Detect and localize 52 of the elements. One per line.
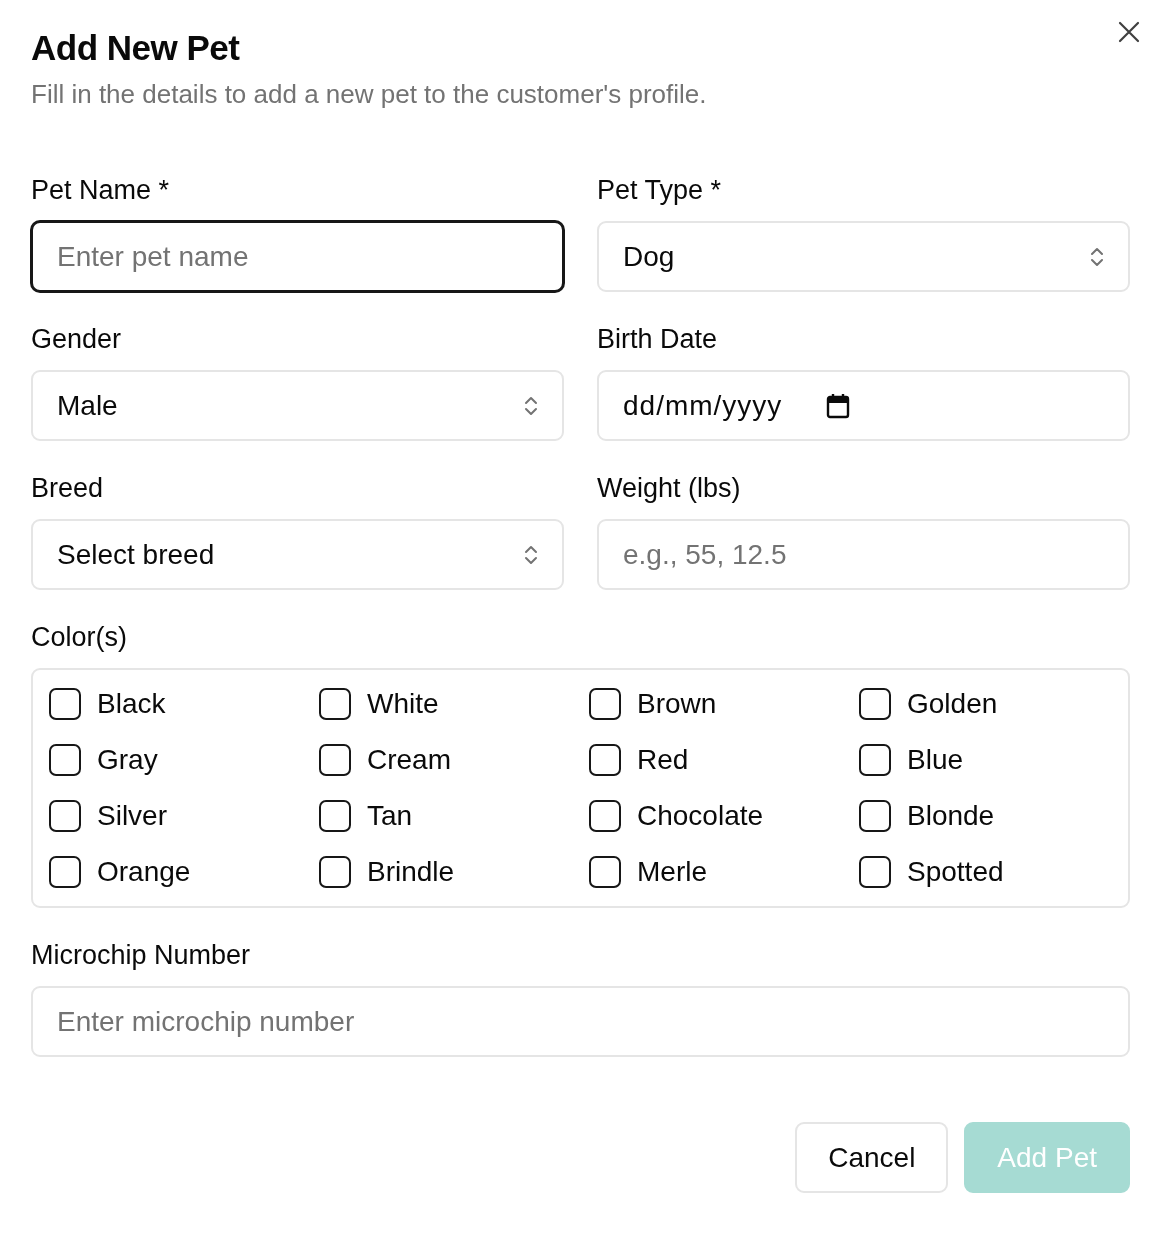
field-label: Pet Name *: [31, 174, 171, 206]
checkbox-option[interactable]: Cream: [319, 744, 589, 776]
field-label: Breed: [31, 472, 105, 504]
checkbox[interactable]: [49, 800, 81, 832]
cancel-button[interactable]: Cancel: [795, 1122, 949, 1193]
checkbox-option[interactable]: Silver: [49, 800, 319, 832]
checkbox[interactable]: [49, 688, 81, 720]
field-label: Weight (lbs): [597, 472, 742, 504]
checkbox-option[interactable]: Blonde: [859, 800, 1129, 832]
checkbox[interactable]: [859, 856, 891, 888]
checkbox[interactable]: [589, 856, 621, 888]
date-field[interactable]: dd/mm/yyyy: [597, 370, 1130, 441]
checkbox[interactable]: [319, 856, 351, 888]
checkbox[interactable]: [859, 800, 891, 832]
checkbox[interactable]: [859, 688, 891, 720]
checkbox[interactable]: [49, 856, 81, 888]
checkbox-option[interactable]: Orange: [49, 856, 319, 888]
input-field[interactable]: Enter pet name: [31, 221, 564, 292]
dialog-subtitle: Fill in the details to add a new pet to the customer's profile.: [31, 78, 708, 111]
checkbox-option[interactable]: Chocolate: [589, 800, 859, 832]
checkbox[interactable]: [49, 744, 81, 776]
checkbox[interactable]: [589, 744, 621, 776]
dialog-title: Add New Pet: [31, 27, 241, 69]
checkbox-option[interactable]: Red: [589, 744, 859, 776]
select-field[interactable]: Dog: [597, 221, 1130, 292]
field-label: Birth Date: [597, 323, 719, 355]
field-label: Color(s): [31, 621, 128, 653]
checkbox-option[interactable]: Merle: [589, 856, 859, 888]
checkbox[interactable]: [859, 744, 891, 776]
checkbox[interactable]: [589, 800, 621, 832]
calendar-icon: [826, 392, 851, 419]
checkbox-option[interactable]: Blue: [859, 744, 1129, 776]
chevron-icon: [524, 394, 538, 417]
checkbox-option[interactable]: Brindle: [319, 856, 589, 888]
select-field[interactable]: Male: [31, 370, 564, 441]
checkbox-option[interactable]: Golden: [859, 688, 1129, 720]
field-label: Gender: [31, 323, 123, 355]
chevron-icon: [1090, 245, 1104, 268]
checkbox-option[interactable]: Black: [49, 688, 319, 720]
checkbox[interactable]: [319, 744, 351, 776]
checkbox[interactable]: [589, 688, 621, 720]
checkbox-option[interactable]: Tan: [319, 800, 589, 832]
checkbox-option[interactable]: Brown: [589, 688, 859, 720]
checkbox[interactable]: [319, 800, 351, 832]
checkbox-option[interactable]: Gray: [49, 744, 319, 776]
checkbox-option[interactable]: Spotted: [859, 856, 1129, 888]
field-label: Microchip Number: [31, 939, 252, 971]
select-field[interactable]: Select breed: [31, 519, 564, 590]
chevron-icon: [524, 543, 538, 566]
checkbox-option[interactable]: White: [319, 688, 589, 720]
field-label: Pet Type *: [597, 174, 723, 206]
checkbox[interactable]: [319, 688, 351, 720]
